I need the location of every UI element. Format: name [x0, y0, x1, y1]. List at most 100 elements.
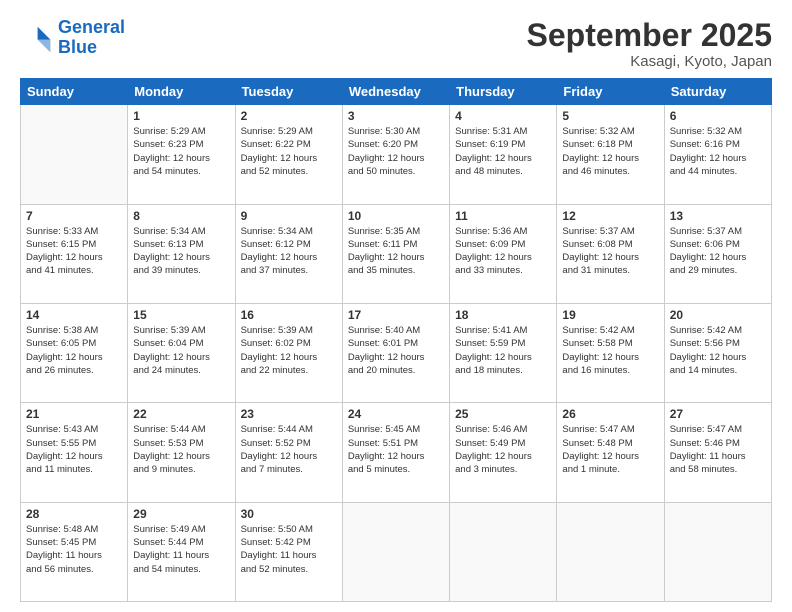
calendar-cell: 24Sunrise: 5:45 AMSunset: 5:51 PMDayligh…	[342, 403, 449, 502]
day-info: Sunrise: 5:33 AMSunset: 6:15 PMDaylight:…	[26, 225, 122, 278]
day-info: Sunrise: 5:48 AMSunset: 5:45 PMDaylight:…	[26, 523, 122, 576]
calendar-cell: 11Sunrise: 5:36 AMSunset: 6:09 PMDayligh…	[450, 204, 557, 303]
day-number: 7	[26, 209, 122, 223]
weekday-header-row: SundayMondayTuesdayWednesdayThursdayFrid…	[21, 79, 772, 105]
day-info: Sunrise: 5:39 AMSunset: 6:04 PMDaylight:…	[133, 324, 229, 377]
day-info: Sunrise: 5:44 AMSunset: 5:52 PMDaylight:…	[241, 423, 337, 476]
calendar-cell: 30 Sunrise: 5:50 AMSunset: 5:42 PMDayligh…	[235, 502, 342, 601]
day-info: Sunrise: 5:44 AMSunset: 5:53 PMDaylight:…	[133, 423, 229, 476]
day-info: Sunrise: 5:35 AMSunset: 6:11 PMDaylight:…	[348, 225, 444, 278]
calendar-cell: 22 Sunrise: 5:44 AMSunset: 5:53 PMDayligh…	[128, 403, 235, 502]
day-info: Sunrise: 5:42 AMSunset: 5:58 PMDaylight:…	[562, 324, 658, 377]
day-info: Sunrise: 5:46 AMSunset: 5:49 PMDaylight:…	[455, 423, 551, 476]
week-row-0: 1Sunrise: 5:29 AMSunset: 6:23 PMDaylight…	[21, 105, 772, 204]
weekday-header-monday: Monday	[128, 79, 235, 105]
calendar-cell: 21 Sunrise: 5:43 AMSunset: 5:55 PMDayligh…	[21, 403, 128, 502]
day-number: 25	[455, 407, 551, 421]
calendar-cell: 27 Sunrise: 5:47 AMSunset: 5:46 PMDayligh…	[664, 403, 771, 502]
day-number: 9	[241, 209, 337, 223]
day-info: Sunrise: 5:49 AMSunset: 5:44 PMDaylight:…	[133, 523, 229, 576]
day-number: 3	[348, 109, 444, 123]
calendar-cell: 6 Sunrise: 5:32 AMSunset: 6:16 PMDaylight…	[664, 105, 771, 204]
calendar-cell: 14 Sunrise: 5:38 AMSunset: 6:05 PMDayligh…	[21, 303, 128, 402]
week-row-2: 14 Sunrise: 5:38 AMSunset: 6:05 PMDayligh…	[21, 303, 772, 402]
day-info: Sunrise: 5:43 AMSunset: 5:55 PMDaylight:…	[26, 423, 122, 476]
calendar-cell: 10 Sunrise: 5:35 AMSunset: 6:11 PMDayligh…	[342, 204, 449, 303]
calendar-cell: 9 Sunrise: 5:34 AMSunset: 6:12 PMDaylight…	[235, 204, 342, 303]
day-info: Sunrise: 5:34 AMSunset: 6:12 PMDaylight:…	[241, 225, 337, 278]
logo-text: General Blue	[58, 18, 125, 58]
day-info: Sunrise: 5:47 AMSunset: 5:48 PMDaylight:…	[562, 423, 658, 476]
calendar-cell: 15 Sunrise: 5:39 AMSunset: 6:04 PMDayligh…	[128, 303, 235, 402]
day-info: Sunrise: 5:42 AMSunset: 5:56 PMDaylight:…	[670, 324, 766, 377]
calendar-cell: 28 Sunrise: 5:48 AMSunset: 5:45 PMDayligh…	[21, 502, 128, 601]
calendar-table: SundayMondayTuesdayWednesdayThursdayFrid…	[20, 78, 772, 602]
day-info: Sunrise: 5:32 AMSunset: 6:16 PMDaylight:…	[670, 125, 766, 178]
calendar-cell	[664, 502, 771, 601]
day-info: Sunrise: 5:32 AMSunset: 6:18 PMDaylight:…	[562, 125, 658, 178]
day-number: 4	[455, 109, 551, 123]
calendar-cell: 29 Sunrise: 5:49 AMSunset: 5:44 PMDayligh…	[128, 502, 235, 601]
day-number: 2	[241, 109, 337, 123]
day-info: Sunrise: 5:45 AMSunset: 5:51 PMDaylight:…	[348, 423, 444, 476]
day-info: Sunrise: 5:29 AMSunset: 6:22 PMDaylight:…	[241, 125, 337, 178]
day-info: Sunrise: 5:30 AMSunset: 6:20 PMDaylight:…	[348, 125, 444, 178]
calendar-cell: 12 Sunrise: 5:37 AMSunset: 6:08 PMDayligh…	[557, 204, 664, 303]
day-number: 23	[241, 407, 337, 421]
calendar-cell: 16 Sunrise: 5:39 AMSunset: 6:02 PMDayligh…	[235, 303, 342, 402]
week-row-1: 7 Sunrise: 5:33 AMSunset: 6:15 PMDaylight…	[21, 204, 772, 303]
day-info: Sunrise: 5:37 AMSunset: 6:06 PMDaylight:…	[670, 225, 766, 278]
day-number: 15	[133, 308, 229, 322]
day-number: 29	[133, 507, 229, 521]
day-info: Sunrise: 5:40 AMSunset: 6:01 PMDaylight:…	[348, 324, 444, 377]
week-row-3: 21 Sunrise: 5:43 AMSunset: 5:55 PMDayligh…	[21, 403, 772, 502]
logo-line2: Blue	[58, 37, 97, 57]
day-info: Sunrise: 5:47 AMSunset: 5:46 PMDaylight:…	[670, 423, 766, 476]
day-number: 26	[562, 407, 658, 421]
weekday-header-friday: Friday	[557, 79, 664, 105]
day-number: 5	[562, 109, 658, 123]
day-number: 19	[562, 308, 658, 322]
day-info: Sunrise: 5:39 AMSunset: 6:02 PMDaylight:…	[241, 324, 337, 377]
calendar-cell: 1Sunrise: 5:29 AMSunset: 6:23 PMDaylight…	[128, 105, 235, 204]
weekday-header-wednesday: Wednesday	[342, 79, 449, 105]
day-info: Sunrise: 5:50 AMSunset: 5:42 PMDaylight:…	[241, 523, 337, 576]
calendar-cell	[342, 502, 449, 601]
weekday-header-thursday: Thursday	[450, 79, 557, 105]
day-number: 27	[670, 407, 766, 421]
calendar-cell	[450, 502, 557, 601]
page: General Blue September 2025 Kasagi, Kyot…	[0, 0, 792, 612]
calendar-cell: 5 Sunrise: 5:32 AMSunset: 6:18 PMDaylight…	[557, 105, 664, 204]
calendar-cell: 13Sunrise: 5:37 AMSunset: 6:06 PMDayligh…	[664, 204, 771, 303]
day-info: Sunrise: 5:29 AMSunset: 6:23 PMDaylight:…	[133, 125, 229, 178]
calendar-cell: 4Sunrise: 5:31 AMSunset: 6:19 PMDaylight…	[450, 105, 557, 204]
logo: General Blue	[20, 18, 125, 58]
week-row-4: 28 Sunrise: 5:48 AMSunset: 5:45 PMDayligh…	[21, 502, 772, 601]
day-number: 28	[26, 507, 122, 521]
day-info: Sunrise: 5:37 AMSunset: 6:08 PMDaylight:…	[562, 225, 658, 278]
day-info: Sunrise: 5:36 AMSunset: 6:09 PMDaylight:…	[455, 225, 551, 278]
calendar-cell: 19 Sunrise: 5:42 AMSunset: 5:58 PMDayligh…	[557, 303, 664, 402]
calendar-cell	[21, 105, 128, 204]
day-info: Sunrise: 5:38 AMSunset: 6:05 PMDaylight:…	[26, 324, 122, 377]
day-number: 12	[562, 209, 658, 223]
weekday-header-sunday: Sunday	[21, 79, 128, 105]
calendar-title: September 2025	[527, 18, 772, 53]
day-number: 10	[348, 209, 444, 223]
day-number: 22	[133, 407, 229, 421]
day-number: 16	[241, 308, 337, 322]
logo-line1: General	[58, 17, 125, 37]
day-number: 6	[670, 109, 766, 123]
calendar-cell: 20Sunrise: 5:42 AMSunset: 5:56 PMDayligh…	[664, 303, 771, 402]
day-number: 14	[26, 308, 122, 322]
weekday-header-saturday: Saturday	[664, 79, 771, 105]
calendar-cell	[557, 502, 664, 601]
calendar-cell: 17 Sunrise: 5:40 AMSunset: 6:01 PMDayligh…	[342, 303, 449, 402]
calendar-cell: 2 Sunrise: 5:29 AMSunset: 6:22 PMDaylight…	[235, 105, 342, 204]
day-number: 17	[348, 308, 444, 322]
calendar-cell: 3 Sunrise: 5:30 AMSunset: 6:20 PMDaylight…	[342, 105, 449, 204]
day-number: 30	[241, 507, 337, 521]
day-info: Sunrise: 5:41 AMSunset: 5:59 PMDaylight:…	[455, 324, 551, 377]
calendar-cell: 8Sunrise: 5:34 AMSunset: 6:13 PMDaylight…	[128, 204, 235, 303]
day-number: 21	[26, 407, 122, 421]
